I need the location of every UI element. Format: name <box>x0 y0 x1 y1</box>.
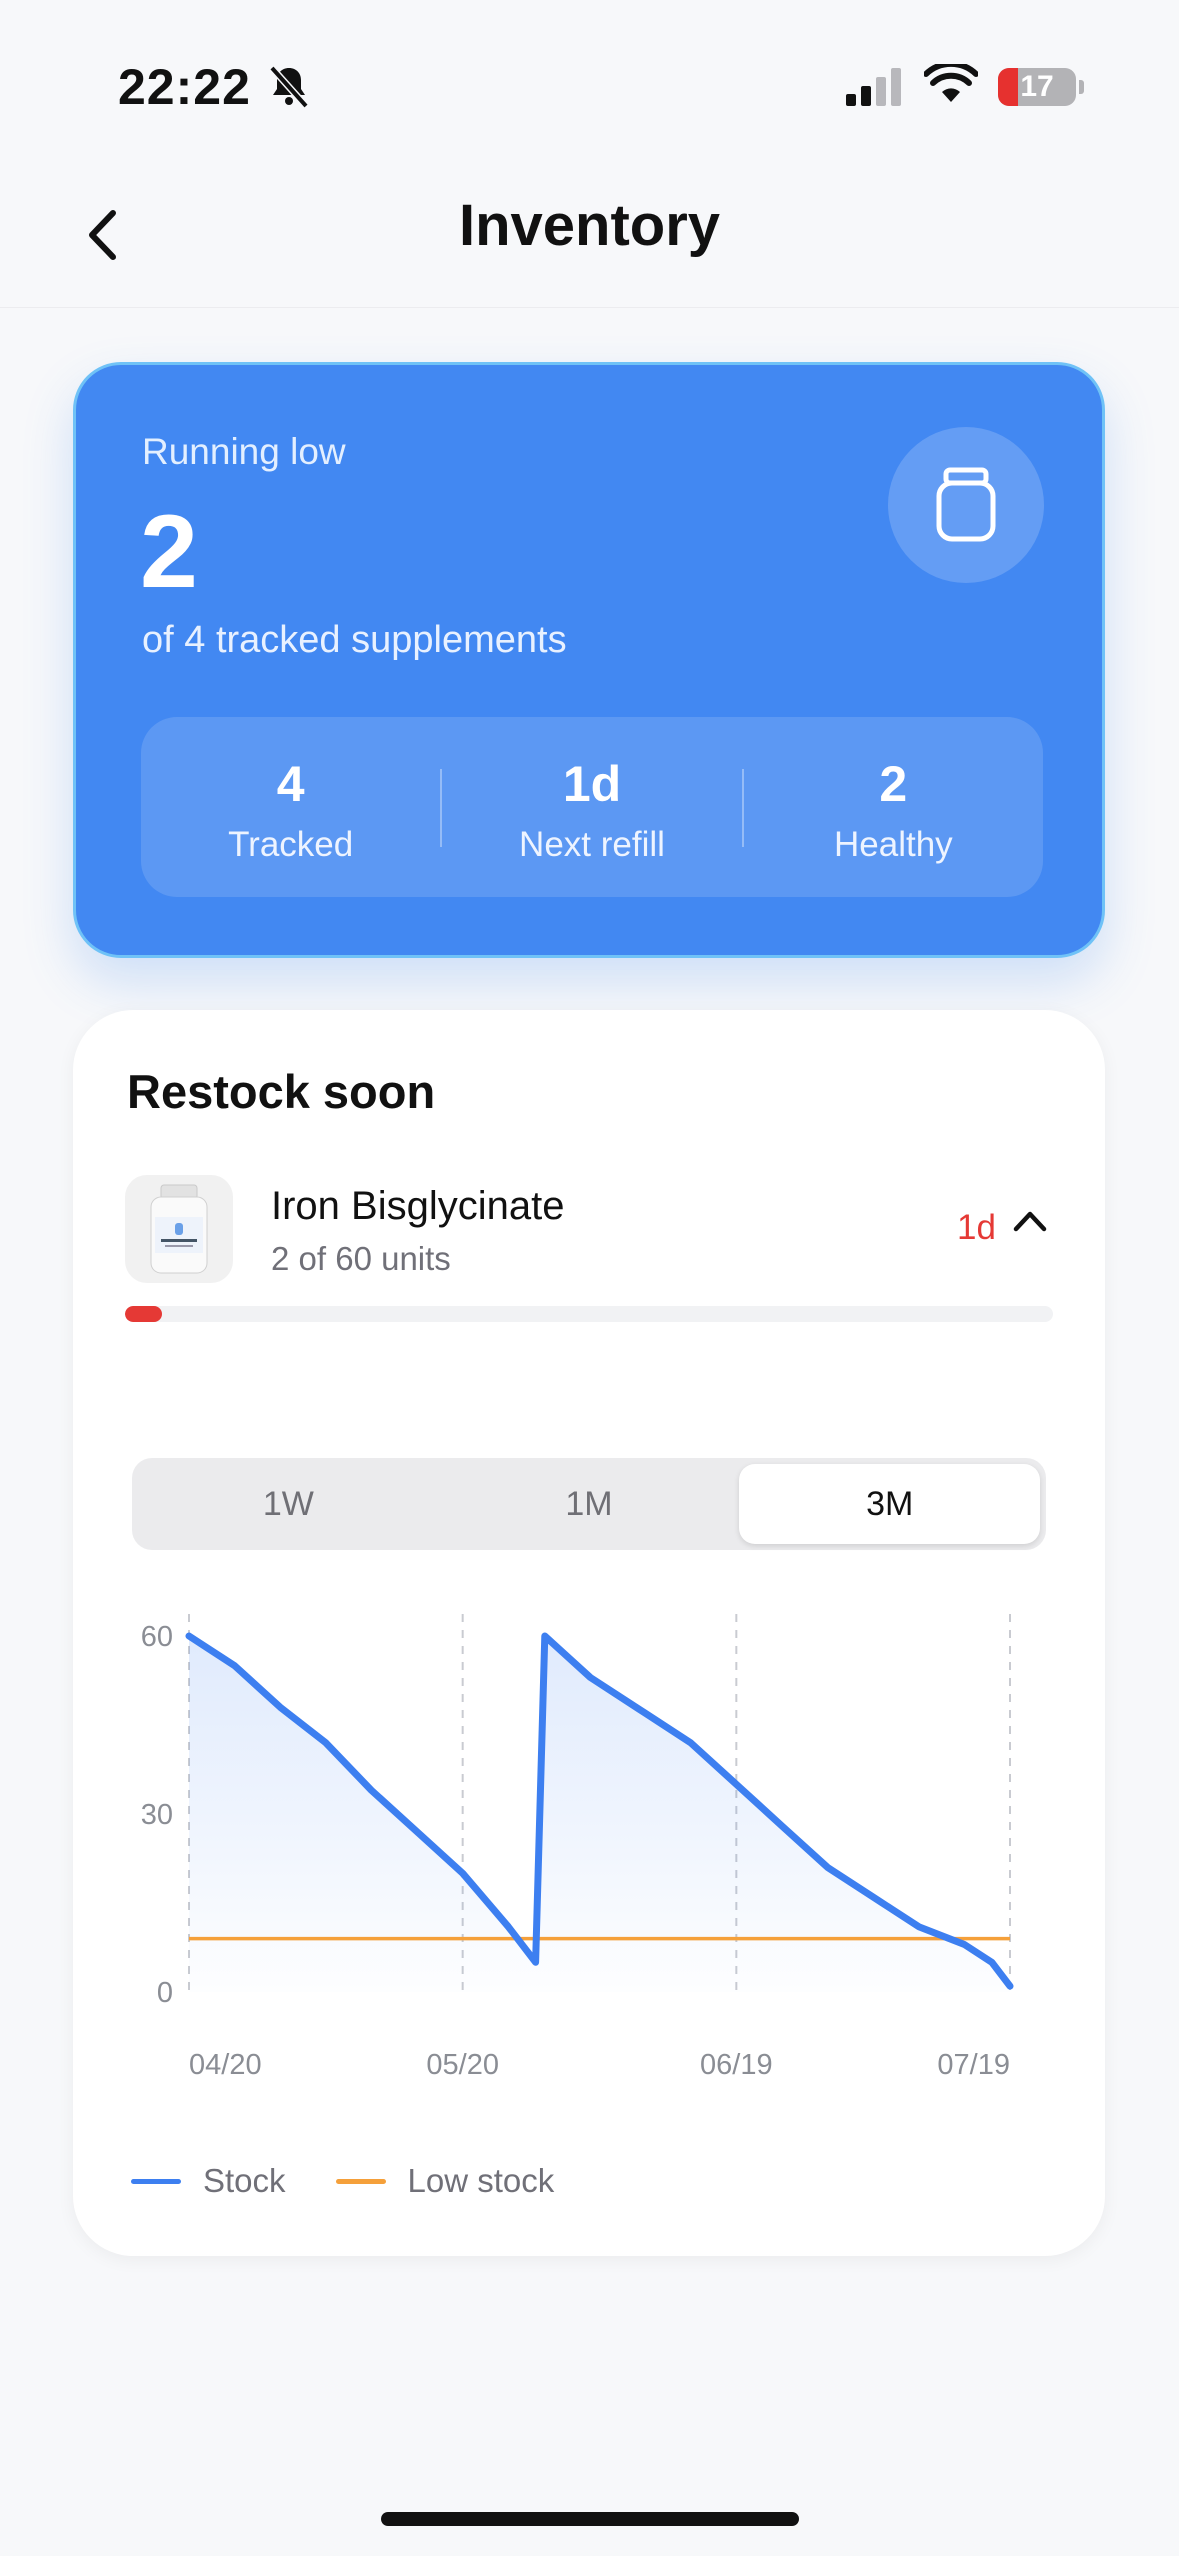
running-low-subtitle: of 4 tracked supplements <box>142 619 567 661</box>
status-bar: 22:22 17 <box>0 0 1179 170</box>
stat-value: 1d <box>562 756 622 812</box>
cellular-signal-icon <box>846 68 901 106</box>
y-tick-label: 0 <box>157 1977 173 2009</box>
legend-swatch-stock <box>131 2178 181 2184</box>
jar-icon <box>936 467 996 542</box>
restock-card: Restock soon Iron Bisglycinate 2 of 60 u… <box>73 1010 1105 2256</box>
jar-icon-badge <box>888 427 1044 583</box>
x-tick-label: 06/19 <box>700 2049 773 2081</box>
y-tick-label: 60 <box>141 1621 173 1653</box>
stat-label: Tracked <box>228 825 354 864</box>
item-units: 2 of 60 units <box>271 1240 451 1277</box>
running-low-card: Running low 2 of 4 tracked supplements 4… <box>73 362 1105 958</box>
chart-legend: Stock Low stock <box>131 2162 604 2200</box>
item-name[interactable]: Iron Bisglycinate <box>271 1184 564 1229</box>
x-tick-label: 04/20 <box>189 2049 262 2081</box>
supplement-bottle-image <box>150 1184 208 1274</box>
status-time: 22:22 <box>118 59 251 115</box>
x-tick-label: 05/20 <box>426 2049 499 2081</box>
legend-label: Low stock <box>407 2162 555 2199</box>
legend-label: Stock <box>203 2162 286 2199</box>
days-left-badge: 1d <box>957 1208 996 1247</box>
page-title: Inventory <box>458 193 721 258</box>
chevron-up-icon <box>1013 1211 1047 1232</box>
legend-item-low-stock: Low stock <box>335 2162 555 2200</box>
stat-value: 4 <box>276 756 305 812</box>
stat-label: Next refill <box>519 825 665 864</box>
stock-progress-bar <box>125 1306 1053 1322</box>
legend-item-stock: Stock <box>131 2162 286 2200</box>
battery-tip <box>1079 80 1084 94</box>
bell-muted-icon <box>269 65 309 109</box>
x-tick-label: 07/19 <box>937 2049 1010 2081</box>
battery-level: 17 <box>1020 70 1054 103</box>
stat-healthy: 2 Healthy <box>744 717 1043 897</box>
summary-stats: 4 Tracked 1d Next refill 2 Healthy <box>141 717 1043 897</box>
range-3m-tab[interactable]: 3M <box>739 1464 1041 1544</box>
y-tick-label: 30 <box>141 1799 173 1831</box>
wifi-icon <box>924 64 978 102</box>
stock-chart: 04/20 05/20 06/19 07/19 0 30 60 <box>141 1614 1014 2081</box>
running-low-label: Running low <box>142 431 346 472</box>
stock-progress-fill <box>125 1306 163 1322</box>
legend-swatch-low-stock <box>335 2178 386 2184</box>
stat-label: Healthy <box>833 825 953 864</box>
range-1w-tab[interactable]: 1W <box>138 1464 439 1544</box>
running-low-count: 2 <box>140 494 198 610</box>
battery-icon: 17 <box>998 68 1076 106</box>
stat-value: 2 <box>879 756 908 812</box>
home-indicator <box>381 2512 799 2526</box>
collapse-button[interactable] <box>1013 1210 1047 1237</box>
stat-next-refill: 1d Next refill <box>442 717 741 897</box>
range-1m-tab[interactable]: 1M <box>439 1464 740 1544</box>
nav-bar: Inventory <box>0 170 1179 308</box>
stat-tracked: 4 Tracked <box>141 717 440 897</box>
restock-title: Restock soon <box>127 1065 436 1118</box>
range-selector: 1W 1M 3M <box>132 1458 1046 1550</box>
product-image <box>125 1175 233 1283</box>
